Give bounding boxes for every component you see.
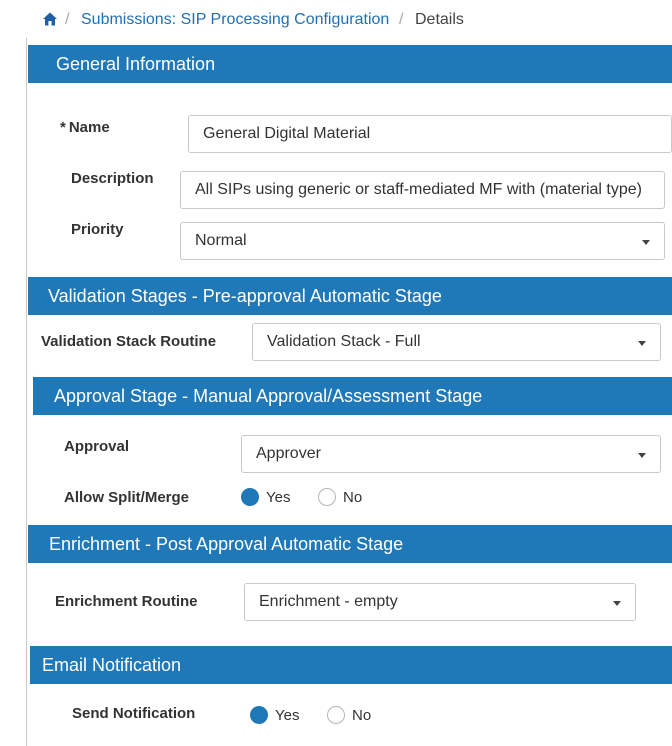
chevron-down-icon [638,341,646,346]
approval-select[interactable]: Approver [241,435,661,473]
section-header-general: General Information [28,45,672,83]
description-label: Description [71,170,154,187]
breadcrumb-separator: / [399,11,404,28]
split-merge-yes-radio[interactable] [241,488,259,506]
breadcrumb-current: Details [415,11,464,28]
split-merge-yes-label[interactable]: Yes [266,489,290,506]
chevron-down-icon [613,601,621,606]
left-border [26,38,27,746]
section-title: Email Notification [42,655,182,675]
breadcrumb-link-sip-config[interactable]: Submissions: SIP Processing Configuratio… [81,11,389,29]
section-header-email: Email Notification [30,646,672,684]
send-notification-no-radio[interactable] [327,706,345,724]
section-header-approval: Approval Stage - Manual Approval/Assessm… [33,377,672,415]
breadcrumb: / Submissions: SIP Processing Configurat… [0,0,672,38]
split-merge-no-radio[interactable] [318,488,336,506]
section-title: Enrichment - Post Approval Automatic Sta… [49,534,404,554]
send-notification-yes-label[interactable]: Yes [275,707,299,724]
send-notification-yes-radio[interactable] [250,706,268,724]
allow-split-merge-label: Allow Split/Merge [64,489,190,506]
validation-stack-value: Validation Stack - Full [267,333,421,350]
validation-stack-label: Validation Stack Routine [41,333,217,350]
name-label: * Name [60,119,110,136]
split-merge-no-label[interactable]: No [343,489,362,506]
name-value: General Digital Material [203,125,371,142]
priority-value: Normal [195,232,247,249]
enrichment-routine-select[interactable]: Enrichment - empty [244,583,636,621]
approval-label: Approval [64,438,130,455]
enrichment-routine-label: Enrichment Routine [55,593,198,610]
name-input[interactable]: General Digital Material [188,115,672,153]
section-title: Approval Stage - Manual Approval/Assessm… [54,386,483,406]
priority-select[interactable]: Normal [180,222,665,260]
chevron-down-icon [642,240,650,245]
chevron-down-icon [638,453,646,458]
send-notification-no-label[interactable]: No [352,707,371,724]
section-title: General Information [56,54,216,74]
description-input[interactable]: All SIPs using generic or staff-mediated… [180,171,665,209]
validation-stack-select[interactable]: Validation Stack - Full [252,323,661,361]
section-title: Validation Stages - Pre-approval Automat… [48,286,442,306]
required-marker: * [60,119,66,136]
section-header-validation: Validation Stages - Pre-approval Automat… [28,277,672,315]
send-notification-label: Send Notification [72,705,196,722]
home-icon[interactable] [42,11,58,27]
section-header-enrichment: Enrichment - Post Approval Automatic Sta… [28,525,672,563]
breadcrumb-separator: / [65,11,70,28]
enrichment-routine-value: Enrichment - empty [259,593,398,610]
description-value: All SIPs using generic or staff-mediated… [195,181,642,198]
approval-value: Approver [256,445,321,462]
priority-label: Priority [71,221,124,238]
